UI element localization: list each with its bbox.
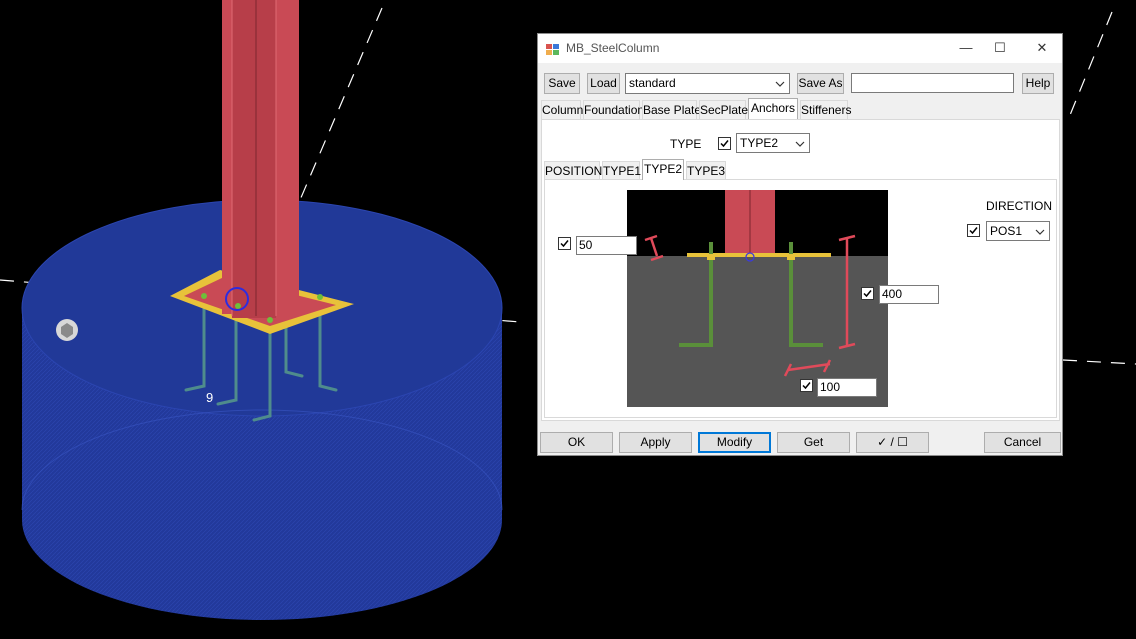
anchor-type2-diagram [627,190,888,407]
save-button[interactable]: Save [544,73,580,94]
load-button[interactable]: Load [587,73,620,94]
length-dimension-checkbox[interactable] [861,287,874,300]
check-toggle-button[interactable]: ✓ / ☐ [856,432,929,453]
type-select[interactable]: TYPE2 [736,133,810,153]
chevron-down-icon [1035,229,1045,235]
tab-base-plate[interactable]: Base Plate [642,100,701,119]
title-bar[interactable]: MB_SteelColumn — ☐ ✕ [538,34,1062,63]
cancel-button[interactable]: Cancel [984,432,1061,453]
direction-select[interactable]: POS1 [986,221,1050,241]
hook-dimension-input[interactable]: 100 [817,378,877,397]
modify-button[interactable]: Modify [698,432,771,453]
steel-column-dialog: MB_SteelColumn — ☐ ✕ Save Load standard … [537,33,1063,456]
direction-value: POS1 [990,224,1023,238]
close-button[interactable]: ✕ [1027,38,1057,58]
type-value: TYPE2 [740,136,779,150]
tab-foundation[interactable]: Foundation [583,100,644,119]
direction-label: DIRECTION [986,199,1052,213]
save-as-button[interactable]: Save As [797,73,844,94]
length-dimension-input[interactable]: 400 [879,285,939,304]
anchor-subtab-strip: POSITION TYPE1 TYPE2 TYPE3 [544,159,844,180]
maximize-button[interactable]: ☐ [985,38,1015,58]
hook-dimension-checkbox[interactable] [800,379,813,392]
subtab-position[interactable]: POSITION [544,161,602,180]
top-dimension-checkbox[interactable] [558,237,571,250]
type2-panel: 50 400 100 DIRECTION POS1 [544,179,1057,418]
anchors-panel: TYPE TYPE2 POSITION TYPE1 TYPE2 TYPE3 50… [541,119,1060,421]
type-checkbox[interactable] [718,137,731,150]
main-tab-strip: Column Foundation Base Plate SecPlate An… [540,98,1060,121]
app-icon [546,44,559,55]
ok-button[interactable]: OK [540,432,613,453]
chevron-down-icon [775,81,785,87]
tab-anchors[interactable]: Anchors [748,98,798,119]
top-dimension-input[interactable]: 50 [576,236,637,255]
window-title: MB_SteelColumn [566,41,660,55]
apply-button[interactable]: Apply [619,432,692,453]
chevron-down-icon [795,141,805,147]
view-cube-icon[interactable] [56,319,78,341]
direction-checkbox[interactable] [967,224,980,237]
minimize-button[interactable]: — [951,38,981,58]
subtab-type1[interactable]: TYPE1 [602,161,641,180]
tab-secplate[interactable]: SecPlate [699,100,748,119]
grid-marker-label: 9 [206,390,213,405]
tab-column[interactable]: Column [541,100,583,119]
steel-column[interactable] [222,0,299,318]
subtab-type3[interactable]: TYPE3 [686,161,726,180]
preset-select[interactable]: standard [625,73,790,94]
subtab-type2[interactable]: TYPE2 [642,159,684,180]
save-as-name-input[interactable] [851,73,1014,93]
type-label: TYPE [670,137,702,151]
preset-value: standard [629,76,676,90]
tab-stiffeners[interactable]: Stiffeners [800,100,851,119]
help-button[interactable]: Help [1022,73,1054,94]
get-button[interactable]: Get [777,432,850,453]
